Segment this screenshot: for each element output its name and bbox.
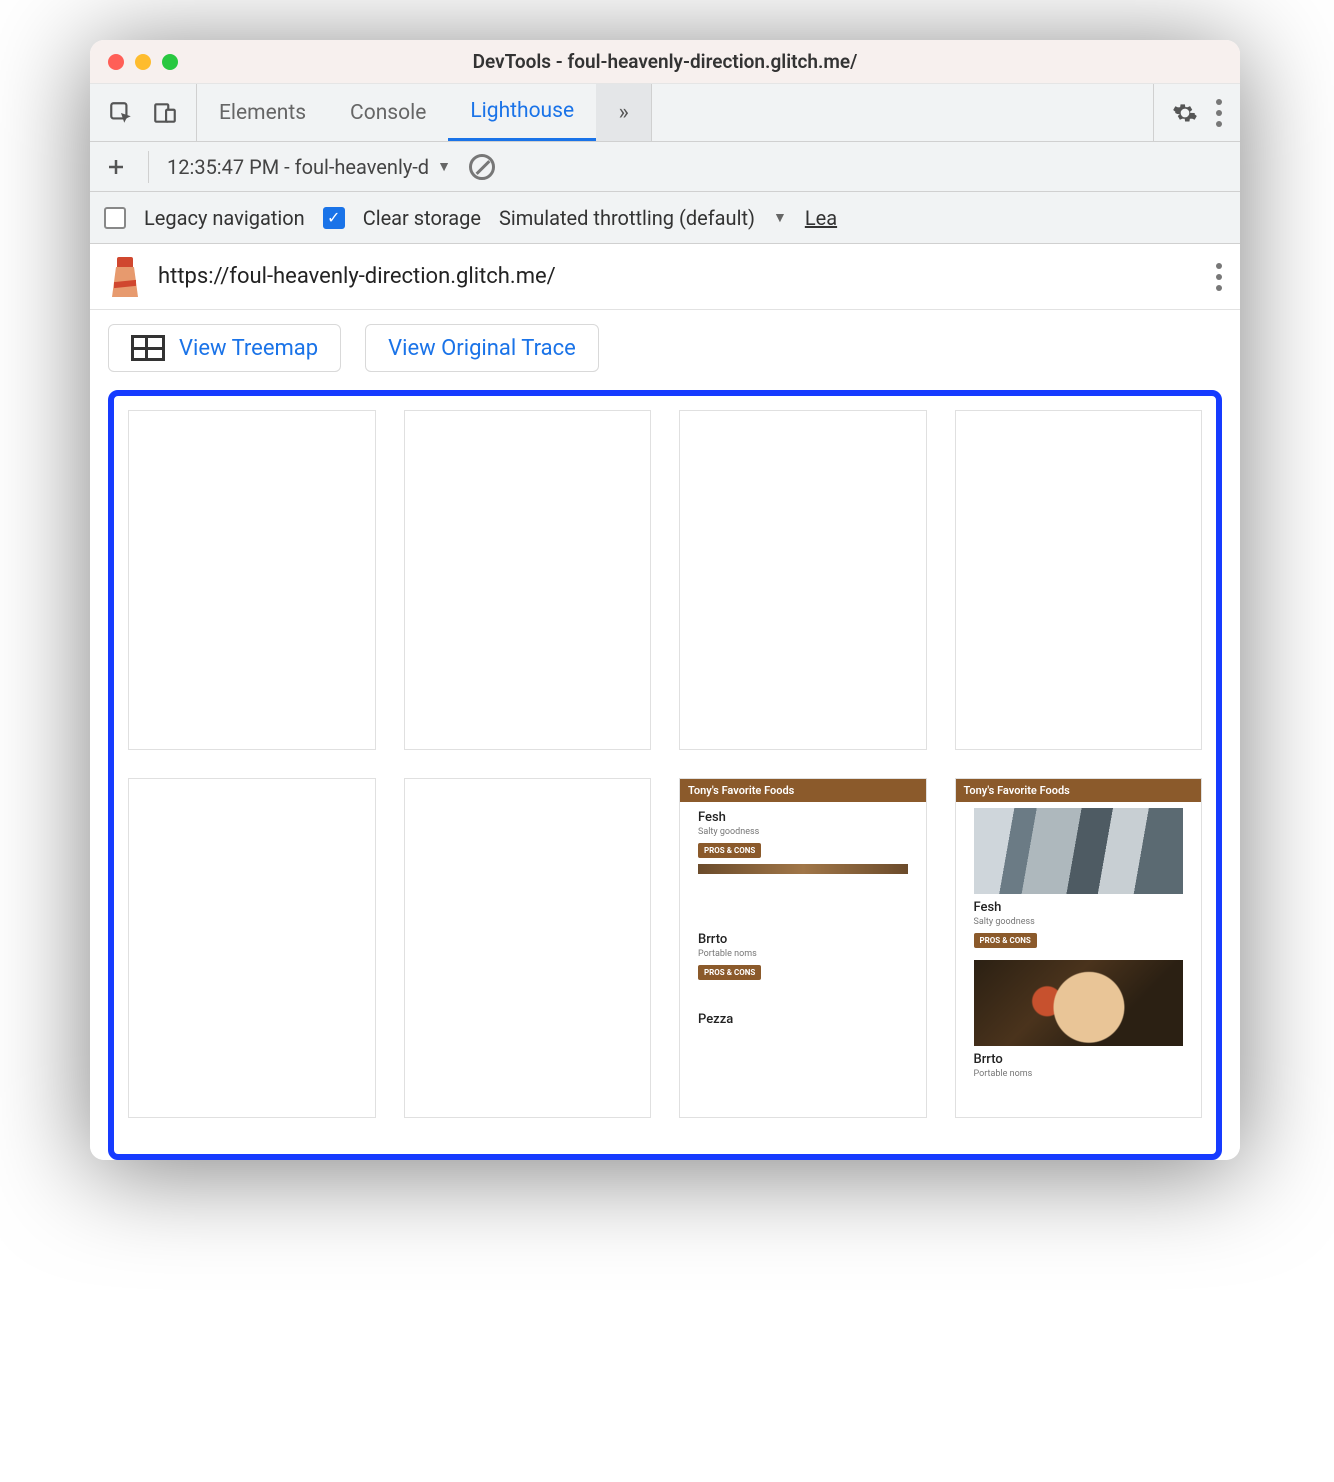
- learn-more-link[interactable]: Lea: [805, 206, 837, 230]
- mini-item-sub: Portable noms: [698, 949, 908, 959]
- mini-image-burrito: [974, 960, 1184, 1046]
- legacy-navigation-checkbox[interactable]: [104, 207, 126, 229]
- treemap-icon: [131, 335, 165, 361]
- titlebar: DevTools - foul-heavenly-direction.glitc…: [90, 40, 1240, 84]
- mini-item-button: PROS & CONS: [698, 843, 761, 858]
- mini-image-fish: [974, 808, 1184, 894]
- new-report-button[interactable]: [102, 153, 130, 181]
- report-url: https://foul-heavenly-direction.glitch.m…: [158, 264, 1200, 289]
- filmstrip-frame[interactable]: [404, 410, 652, 750]
- traffic-lights: [90, 54, 178, 70]
- chevron-down-icon[interactable]: ▼: [773, 209, 787, 226]
- tab-console[interactable]: Console: [328, 84, 448, 141]
- device-toolbar-icon[interactable]: [152, 100, 178, 126]
- tab-lighthouse[interactable]: Lighthouse: [448, 84, 596, 141]
- mini-item-sub: Portable noms: [974, 1069, 1184, 1079]
- mini-image-placeholder: [698, 864, 908, 874]
- mini-item-title: Pezza: [698, 1012, 908, 1027]
- options-bar: Legacy navigation ✓ Clear storage Simula…: [90, 192, 1240, 244]
- mini-item-button: PROS & CONS: [698, 965, 761, 980]
- filmstrip-frame[interactable]: [128, 410, 376, 750]
- filmstrip-frame[interactable]: [955, 410, 1203, 750]
- filmstrip-frame[interactable]: Tony's Favorite Foods Fesh Salty goodnes…: [679, 778, 927, 1118]
- filmstrip-frame[interactable]: [404, 778, 652, 1118]
- filmstrip-frame[interactable]: Tony's Favorite Foods Fesh Salty goodnes…: [955, 778, 1203, 1118]
- mini-item-title: Fesh: [974, 900, 1184, 915]
- view-treemap-label: View Treemap: [179, 336, 318, 361]
- mini-item-title: Fesh: [698, 810, 908, 825]
- clear-storage-label: Clear storage: [363, 206, 481, 230]
- inspect-element-icon[interactable]: [108, 100, 134, 126]
- mini-item-sub: Salty goodness: [698, 827, 908, 837]
- filmstrip-frame[interactable]: [679, 410, 927, 750]
- close-window-button[interactable]: [108, 54, 124, 70]
- chevron-down-icon: ▼: [437, 158, 451, 175]
- view-treemap-button[interactable]: View Treemap: [108, 324, 341, 372]
- view-trace-label: View Original Trace: [388, 336, 576, 361]
- filmstrip-frame[interactable]: [128, 778, 376, 1118]
- report-toolbar: 12:35:47 PM - foul-heavenly-d ▼: [90, 142, 1240, 192]
- panel-tabbar: Elements Console Lighthouse »: [90, 84, 1240, 142]
- divider: [148, 151, 149, 183]
- report-select-label: 12:35:47 PM - foul-heavenly-d: [167, 155, 429, 179]
- view-original-trace-button[interactable]: View Original Trace: [365, 324, 599, 372]
- url-bar: https://foul-heavenly-direction.glitch.m…: [90, 244, 1240, 310]
- devtools-window: DevTools - foul-heavenly-direction.glitc…: [90, 40, 1240, 1160]
- more-tabs-button[interactable]: »: [596, 84, 652, 141]
- lighthouse-icon: [108, 257, 142, 297]
- report-content: View Treemap View Original Trace Tony's …: [90, 310, 1240, 1160]
- mini-item-title: Brrto: [974, 1052, 1184, 1067]
- report-select[interactable]: 12:35:47 PM - foul-heavenly-d ▼: [167, 155, 451, 179]
- mini-item-sub: Salty goodness: [974, 917, 1184, 927]
- legacy-navigation-label: Legacy navigation: [144, 206, 305, 230]
- clear-icon[interactable]: [469, 154, 495, 180]
- mini-item-title: Brrto: [698, 932, 908, 947]
- mini-header: Tony's Favorite Foods: [680, 779, 926, 802]
- minimize-window-button[interactable]: [135, 54, 151, 70]
- kebab-menu-icon[interactable]: [1216, 99, 1222, 127]
- report-menu-icon[interactable]: [1216, 263, 1222, 291]
- tab-elements[interactable]: Elements: [197, 84, 328, 141]
- maximize-window-button[interactable]: [162, 54, 178, 70]
- clear-storage-checkbox[interactable]: ✓: [323, 207, 345, 229]
- mini-header: Tony's Favorite Foods: [956, 779, 1202, 802]
- window-title: DevTools - foul-heavenly-direction.glitc…: [90, 50, 1240, 73]
- mini-item-button: PROS & CONS: [974, 933, 1037, 948]
- filmstrip-gallery: Tony's Favorite Foods Fesh Salty goodnes…: [108, 390, 1222, 1160]
- gear-icon[interactable]: [1172, 100, 1198, 126]
- throttling-label: Simulated throttling (default): [499, 206, 755, 230]
